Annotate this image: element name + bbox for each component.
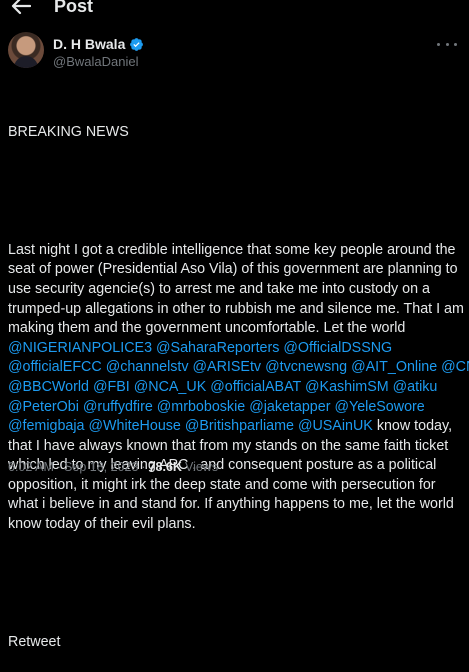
author-header: D. H Bwala @BwalaDaniel bbox=[8, 32, 461, 72]
mention-link[interactable]: @NCA_UK bbox=[134, 379, 207, 395]
mention-link[interactable]: @AIT_Online bbox=[351, 359, 437, 375]
tweet-text-segment: trumped-up allegations in other to rubbi… bbox=[8, 300, 464, 317]
mention-link[interactable]: @YeleSowore bbox=[334, 399, 424, 415]
tweet-line: @officialEFCC @channelstv @ARISEtv @tvcn… bbox=[8, 358, 469, 378]
tweet-line: Last night I got a credible intelligence… bbox=[8, 241, 464, 261]
meta-separator: · bbox=[56, 460, 62, 474]
tweet-line: trumped-up allegations in other to rubbi… bbox=[8, 300, 464, 320]
mention-link[interactable]: @atiku bbox=[393, 379, 438, 395]
tweet-line: seat of power (Presidential Aso Vila) of… bbox=[8, 260, 464, 280]
views-count: 78.6K bbox=[148, 460, 182, 474]
mention-link[interactable]: @SaharaReporters bbox=[156, 340, 279, 356]
mention-link[interactable]: @Britishparliame bbox=[185, 418, 294, 434]
mention-link[interactable]: @KashimSM bbox=[305, 379, 389, 395]
more-horizontal-icon[interactable] bbox=[437, 38, 457, 50]
mention-link[interactable]: @CNN bbox=[441, 359, 469, 375]
tweet-line: opposition, it might irk the deep state … bbox=[8, 476, 464, 496]
tweet-text-segment: seat of power (Presidential Aso Vila) of… bbox=[8, 261, 458, 278]
mention-link[interactable]: @ARISEtv bbox=[193, 359, 262, 375]
tweet-line: @NIGERIANPOLICE3 @SaharaReporters @Offic… bbox=[8, 339, 464, 359]
views-label: Views bbox=[184, 460, 219, 474]
mention-link[interactable]: @mrboboskie bbox=[157, 399, 245, 415]
mention-link[interactable]: @NIGERIANPOLICE3 bbox=[8, 340, 152, 356]
tweet-headline: BREAKING NEWS bbox=[8, 124, 129, 141]
tweet-time[interactable]: 6:02 AM bbox=[8, 460, 54, 474]
mention-link[interactable]: @WhiteHouse bbox=[89, 418, 181, 434]
mention-link[interactable]: @jaketapper bbox=[249, 399, 330, 415]
tweet-meta: 6:02 AM · Sep 18, 2023 · 78.6K Views bbox=[8, 460, 218, 474]
tweet-line: making them and the government uncomfort… bbox=[8, 319, 464, 339]
meta-separator: · bbox=[141, 460, 146, 474]
tweet-body: BREAKING NEWS Last night I got a credibl… bbox=[8, 84, 469, 672]
mention-link[interactable]: @officialEFCC bbox=[8, 359, 102, 375]
tweet-footer-text: Retweet bbox=[8, 633, 61, 650]
tweet-text-segment: that I have always known that from my st… bbox=[8, 437, 449, 454]
tweet-line: what i believe in and stand for. If anyt… bbox=[8, 495, 464, 515]
tweet-date[interactable]: Sep 18, 2023 bbox=[64, 460, 138, 474]
author-display-name[interactable]: D. H Bwala bbox=[53, 36, 125, 52]
tweet-line: know today of their evil plans. bbox=[8, 515, 464, 535]
tweet-text-segment: what i believe in and stand for. If anyt… bbox=[8, 496, 454, 513]
mention-link[interactable]: @BBCWorld bbox=[8, 379, 89, 395]
mention-link[interactable]: @officialABAT bbox=[210, 379, 301, 395]
mention-link[interactable]: @channelstv bbox=[106, 359, 189, 375]
mention-link[interactable]: @FBI bbox=[93, 379, 130, 395]
mention-link[interactable]: @USAinUK bbox=[298, 418, 373, 434]
verified-badge-icon bbox=[129, 37, 144, 52]
tweet-line: that I have always known that from my st… bbox=[8, 437, 464, 457]
tweet-paragraph: Last night I got a credible intelligence… bbox=[8, 241, 469, 535]
page-title: Post bbox=[54, 0, 94, 16]
mention-link[interactable]: @ruffydfire bbox=[83, 399, 153, 415]
header-bar: Post bbox=[0, 0, 469, 18]
mention-link[interactable]: @PeterObi bbox=[8, 399, 79, 415]
tweet-text-segment: know today, bbox=[372, 418, 453, 435]
arrow-left-icon[interactable] bbox=[10, 0, 32, 16]
tweet-line: @BBCWorld @FBI @NCA_UK @officialABAT @Ka… bbox=[8, 378, 464, 398]
tweet-line: @PeterObi @ruffydfire @mrboboskie @jaket… bbox=[8, 398, 464, 418]
tweet-line: @femigbaja @WhiteHouse @Britishparliame … bbox=[8, 417, 464, 437]
mention-link[interactable]: @femigbaja bbox=[8, 418, 85, 434]
tweet-text-segment: Last night I got a credible intelligence… bbox=[8, 241, 456, 258]
mention-link[interactable]: @OfficialDSSNG bbox=[283, 340, 392, 356]
avatar[interactable] bbox=[8, 32, 44, 68]
author-handle[interactable]: @BwalaDaniel bbox=[53, 54, 138, 69]
tweet-text-segment: making them and the government uncomfort… bbox=[8, 320, 406, 337]
tweet-text-segment: use security agencie(s) to arrest me and… bbox=[8, 280, 430, 297]
tweet-text-segment: know today of their evil plans. bbox=[8, 516, 196, 533]
author-name-row: D. H Bwala bbox=[53, 36, 144, 52]
tweet-line: use security agencie(s) to arrest me and… bbox=[8, 280, 464, 300]
mention-link[interactable]: @tvcnewsng bbox=[265, 359, 347, 375]
